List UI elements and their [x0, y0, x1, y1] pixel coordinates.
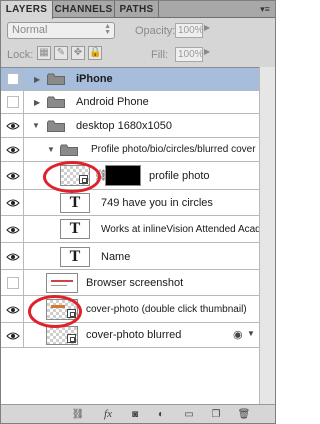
folder-icon	[60, 144, 78, 156]
eye-icon	[6, 253, 20, 261]
panel-menu-icon[interactable]: ▾≡	[259, 4, 271, 14]
visibility-toggle[interactable]	[1, 190, 24, 215]
expand-triangle-icon[interactable]: ▶	[34, 75, 40, 84]
fx-icon[interactable]: fx	[101, 408, 115, 421]
eye-icon	[6, 199, 20, 207]
layer-name: 749 have you in circles	[101, 197, 213, 209]
layer-name: iPhone	[76, 73, 113, 85]
layer-row[interactable]: ▶ iPhone	[1, 68, 259, 91]
layer-effects-icon[interactable]: ◉	[233, 328, 243, 341]
annotation-circle	[43, 161, 101, 193]
annotation-circle	[28, 295, 82, 328]
opacity-field[interactable]: 100%	[175, 23, 204, 38]
expand-triangle-icon[interactable]: ▶	[34, 98, 40, 107]
visibility-toggle[interactable]	[1, 296, 24, 322]
layer-row[interactable]: ▼ Profile photo/bio/circles/blurred cove…	[1, 138, 259, 162]
lock-transparency-icon[interactable]: ▦	[37, 46, 51, 60]
layer-row[interactable]: T 749 have you in circles	[1, 190, 259, 216]
folder-icon	[47, 73, 65, 85]
scrollbar[interactable]	[259, 67, 275, 404]
trash-icon[interactable]: 🗑	[237, 408, 251, 421]
collapse-triangle-icon[interactable]: ▼	[32, 121, 40, 130]
eye-icon	[6, 146, 20, 154]
visibility-toggle[interactable]	[1, 138, 24, 161]
layer-name: cover-photo blurred	[86, 329, 182, 341]
text-layer-thumbnail[interactable]: T	[60, 193, 90, 213]
eye-icon	[6, 226, 20, 234]
thumbnail-content	[51, 280, 73, 282]
visibility-toggle[interactable]	[1, 323, 24, 347]
eye-icon	[6, 122, 20, 130]
layer-row[interactable]: T Works at inlineVision Attended Acade..…	[1, 216, 275, 243]
layer-name: Works at inlineVision Attended Acade...	[101, 224, 275, 235]
opacity-label: Opacity:	[135, 25, 176, 37]
new-layer-icon[interactable]: ❐	[209, 408, 223, 421]
link-icon[interactable]: ⛓	[71, 408, 85, 421]
lock-position-icon[interactable]: ✥	[71, 46, 85, 60]
layer-row[interactable]: cover-photo blurred ◉ ▼	[1, 323, 259, 348]
layers-list: ▶ iPhone ▶ Android Phone ▼ desktop 1680x…	[1, 67, 275, 404]
layer-row[interactable]: T Name	[1, 243, 259, 270]
layer-thumbnail[interactable]	[46, 273, 78, 293]
mask-icon[interactable]: ◙	[128, 408, 142, 421]
layer-row[interactable]: ▶ Android Phone	[1, 91, 259, 114]
layer-row[interactable]: ▼ desktop 1680x1050	[1, 114, 259, 138]
layer-row[interactable]: Browser screenshot	[1, 270, 259, 296]
fill-arrow-icon[interactable]: ▶	[204, 47, 210, 56]
lock-label: Lock:	[7, 49, 34, 61]
adjustment-icon[interactable]: ◐	[154, 408, 168, 421]
effects-expand-triangle-icon[interactable]: ▼	[247, 329, 255, 338]
text-layer-thumbnail[interactable]: T	[60, 247, 90, 267]
fill-field[interactable]: 100%	[175, 47, 204, 62]
visibility-toggle[interactable]	[1, 114, 24, 137]
layer-name: cover-photo (double click thumbnail)	[86, 304, 247, 315]
text-layer-thumbnail[interactable]: T	[60, 219, 90, 239]
layer-name: profile photo	[149, 170, 210, 182]
collapse-triangle-icon[interactable]: ▼	[47, 145, 55, 154]
visibility-toggle[interactable]	[1, 162, 24, 189]
blend-mode-value: Normal	[12, 24, 48, 36]
layer-name: Name	[101, 251, 131, 263]
tab-channels[interactable]: CHANNELS	[53, 1, 115, 18]
fill-label: Fill:	[151, 49, 169, 61]
layer-name: Profile photo/bio/circles/blurred cover	[91, 144, 256, 155]
eye-icon	[6, 332, 20, 340]
layer-name: desktop 1680x1050	[76, 120, 173, 132]
layer-thumbnail[interactable]	[46, 326, 78, 345]
bottom-toolbar: ⛓ fx ◙ ◐ ▭ ❐ 🗑	[1, 404, 275, 423]
tab-bar: LAYERS CHANNELS PATHS ▾≡	[1, 1, 275, 19]
blend-mode-select[interactable]: Normal ▲ ▼	[7, 22, 115, 39]
layer-name: Android Phone	[76, 96, 149, 108]
opacity-arrow-icon[interactable]: ▶	[204, 23, 210, 32]
lock-image-icon[interactable]: ✎	[54, 46, 68, 60]
folder-icon	[47, 96, 65, 108]
smart-object-badge-icon	[67, 334, 76, 343]
visibility-toggle[interactable]	[1, 68, 24, 90]
lock-all-icon[interactable]: 🔒	[88, 46, 102, 60]
tab-paths[interactable]: PATHS	[115, 1, 159, 18]
thumbnail-content	[51, 285, 67, 286]
visibility-toggle[interactable]	[1, 243, 24, 269]
eye-icon	[6, 306, 20, 314]
visibility-toggle[interactable]	[1, 270, 24, 295]
select-arrows-icon: ▲ ▼	[104, 23, 111, 36]
layers-panel: LAYERS CHANNELS PATHS ▾≡ Normal ▲ ▼ Opaci…	[0, 0, 276, 424]
layer-mask-thumbnail[interactable]	[105, 165, 141, 186]
eye-icon	[6, 172, 20, 180]
folder-icon	[47, 120, 65, 132]
visibility-toggle[interactable]	[1, 91, 24, 113]
visibility-toggle[interactable]	[1, 216, 24, 242]
new-group-icon[interactable]: ▭	[182, 408, 196, 421]
layer-name: Browser screenshot	[86, 277, 184, 289]
layer-row[interactable]: ⛓ profile photo	[1, 162, 259, 190]
tab-layers[interactable]: LAYERS	[1, 1, 53, 19]
